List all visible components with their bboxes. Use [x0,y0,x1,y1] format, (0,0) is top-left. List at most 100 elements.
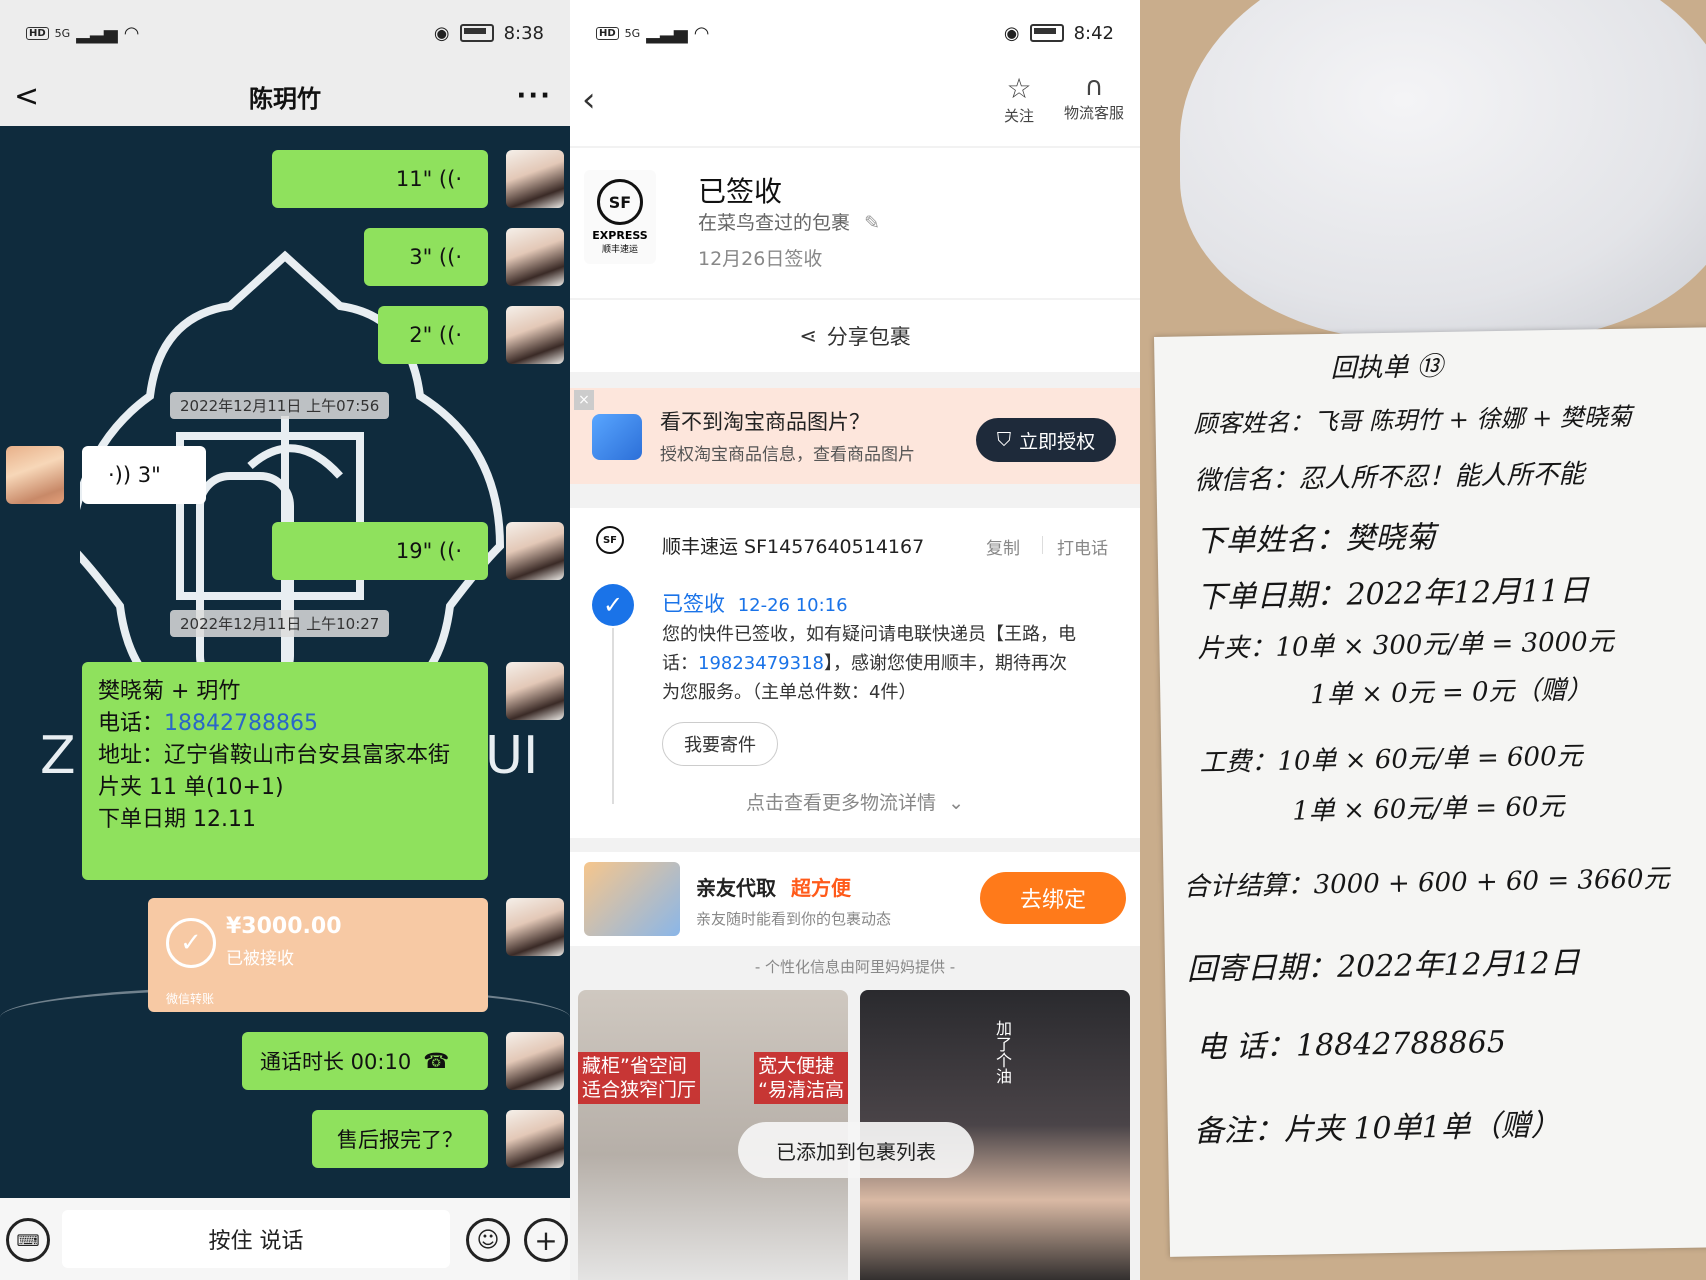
share-icon: ⋖ [799,324,817,348]
taobao-auth-banner: × 看不到淘宝商品图片？ 授权淘宝商品信息，查看商品图片 ⛉ 立即授权 [570,388,1140,484]
map-icon [592,414,642,460]
copy-button[interactable]: 复制 [986,534,1020,559]
authorize-button[interactable]: ⛉ 立即授权 [976,418,1116,462]
avatar[interactable] [506,1110,564,1168]
back-icon[interactable]: < [14,79,39,114]
share-row[interactable]: ⋖ 分享包裹 [570,300,1140,372]
status-bar: HD 5G ▂▃▅ ◠ ◉ 8:38 [0,0,570,66]
more-icon[interactable]: ··· [516,81,552,111]
avatar[interactable] [506,1032,564,1090]
wechat-chat-screen: HD 5G ▂▃▅ ◠ ◉ 8:38 < 陈玥竹 ··· Z UI 11" ((… [0,0,570,1280]
order-names: 樊晓菊 + 玥竹 [98,679,241,704]
package-subtitle: 在菜鸟查过的包裹 ✎ [698,212,880,234]
ad-caption: 藏柜”省空间 适合狭窄门厅 [578,1052,701,1104]
handwritten-receipt: 回执单 ⑬ 顾客姓名：飞哥 陈玥竹 + 徐娜 + 樊晓菊 微信名：忍人所不忍！能… [1154,327,1706,1257]
avatar-contact[interactable] [6,446,64,504]
note-line: 工费：10单 × 60元/单 = 600元 [1199,741,1583,779]
clock: 8:42 [1073,22,1114,44]
order-phone-link[interactable]: 18842788865 [164,711,318,736]
follow-button[interactable]: ☆ 关注 [994,72,1044,126]
sf-small-logo: SF [596,526,624,554]
toast-message: 已添加到包裹列表 [738,1122,974,1178]
receipt-photo: 回执单 ⑬ 顾客姓名：飞哥 陈玥竹 + 徐娜 + 樊晓菊 微信名：忍人所不忍！能… [1140,0,1706,1280]
back-icon[interactable]: ‹ [582,80,596,120]
call-button[interactable]: 打电话 [1057,534,1108,559]
signal-icon: ▂▃▅ [646,22,688,44]
plus-icon[interactable]: + [524,1218,568,1262]
note-line: 微信名：忍人所不忍！能人所不能 [1194,459,1585,497]
more-logistics-link[interactable]: 点击查看更多物流详情 ⌄ [570,788,1140,815]
order-date: 下单日期 12.11 [98,807,256,832]
avatar[interactable] [506,522,564,580]
note-line: 1单 × 60元/单 = 60元 [1292,791,1565,827]
note-line: 合计结算：3000 + 600 + 60 = 3660元 [1183,864,1670,903]
banner-desc: 授权淘宝商品信息，查看商品图片 [660,445,915,465]
voice-message-out[interactable]: 19" ((· [272,522,488,580]
order-product: 片夹 11 单(10+1) [98,775,284,800]
phone-hangup-icon: ☎ [423,1049,450,1073]
promo-title: 亲友代取 超方便 [696,876,851,900]
note-line: 备注：片夹 10单1单（赠） [1193,1107,1561,1150]
promo-desc: 亲友随时能看到你的包裹动态 [696,910,892,928]
chevron-down-icon: ⌄ [948,792,964,814]
call-duration-message[interactable]: 通话时长 00:10 ☎ [242,1032,488,1090]
star-icon: ☆ [1006,72,1032,105]
battery-icon [1029,24,1064,42]
voice-message-out[interactable]: 11" ((· [272,150,488,208]
clock: 8:38 [503,22,544,44]
timestamp: 2022年12月11日 上午10:27 [170,610,390,637]
paper-roll [1180,0,1706,340]
transfer-message[interactable]: ✓ ¥3000.00 已被接收 微信转账 [148,898,488,1012]
divider [1042,536,1043,554]
text-message-out[interactable]: 售后报完了？ [312,1110,488,1168]
courier-phone-link[interactable]: 19823479318 [698,653,824,674]
note-line: 片夹：10单 × 300元/单 = 3000元 [1197,626,1614,665]
banner-title: 看不到淘宝商品图片？ [660,410,870,434]
emoji-icon[interactable]: ☺ [466,1218,510,1262]
avatar[interactable] [506,306,564,364]
hd-badge: HD [26,26,49,40]
order-address: 地址：辽宁省鞍山市台安县富家本街 [98,743,451,768]
order-info-message[interactable]: 樊晓菊 + 玥竹 电话：18842788865 地址：辽宁省鞍山市台安县富家本街… [82,662,488,880]
promo-illustration [584,862,680,936]
keyboard-icon[interactable]: ⌨ [6,1218,50,1262]
signed-date: 12月26日签收 [698,248,823,270]
edit-icon[interactable]: ✎ [864,212,880,234]
note-line: 顾客姓名：飞哥 陈玥竹 + 徐娜 + 樊晓菊 [1193,402,1633,439]
chat-header: < 陈玥竹 ··· [0,66,570,126]
avatar[interactable] [506,662,564,720]
package-summary: SF EXPRESS 顺丰速运 已签收 在菜鸟查过的包裹 ✎ 12月26日签收 [570,148,1140,298]
voice-message-in[interactable]: ·)) 3" [82,446,206,504]
wifi-icon: ◠ [693,22,710,44]
hd-badge: HD [596,26,619,40]
order-phone-line: 电话：18842788865 [98,711,318,736]
close-icon[interactable]: × [574,390,594,410]
note-line: 回执单 ⑬ [1330,351,1444,384]
package-tracking-screen: HD 5G ▂▃▅ ◠ ◉ 8:42 ‹ ☆ 关注 ∩ 物流客服 SF EXPR… [570,0,1140,1280]
chat-input-bar: ⌨ 按住 说话 ☺ + [0,1198,570,1280]
network-label: 5G [624,26,641,40]
timeline-line [612,628,614,804]
top-toolbar: ‹ ☆ 关注 ∩ 物流客服 [570,66,1140,146]
transfer-status: 已被接收 [226,949,294,969]
logistics-service-button[interactable]: ∩ 物流客服 [1056,72,1132,123]
avatar[interactable] [506,228,564,286]
battery-icon [459,24,494,42]
ad-caption: 加了个油 [993,1020,1012,1084]
transfer-amount: ¥3000.00 [226,914,342,939]
bg-letter-right: UI [485,726,539,786]
hold-to-talk-button[interactable]: 按住 说话 [62,1210,450,1268]
note-line: 1单 × 0元 = 0元（赠） [1310,675,1593,711]
network-label: 5G [54,26,71,40]
chat-title: 陈玥竹 [249,84,321,113]
status-bar: HD 5G ▂▃▅ ◠ ◉ 8:42 [570,0,1140,66]
bind-button[interactable]: 去绑定 [980,872,1126,924]
package-status: 已签收 [698,175,783,208]
check-circle-icon: ✓ [592,584,634,626]
send-package-button[interactable]: 我要寄件 [662,722,778,766]
avatar[interactable] [506,898,564,956]
avatar[interactable] [506,150,564,208]
voice-message-out[interactable]: 3" ((· [364,228,488,286]
timestamp: 2022年12月11日 上午07:56 [170,392,390,419]
voice-message-out[interactable]: 2" ((· [378,306,488,364]
